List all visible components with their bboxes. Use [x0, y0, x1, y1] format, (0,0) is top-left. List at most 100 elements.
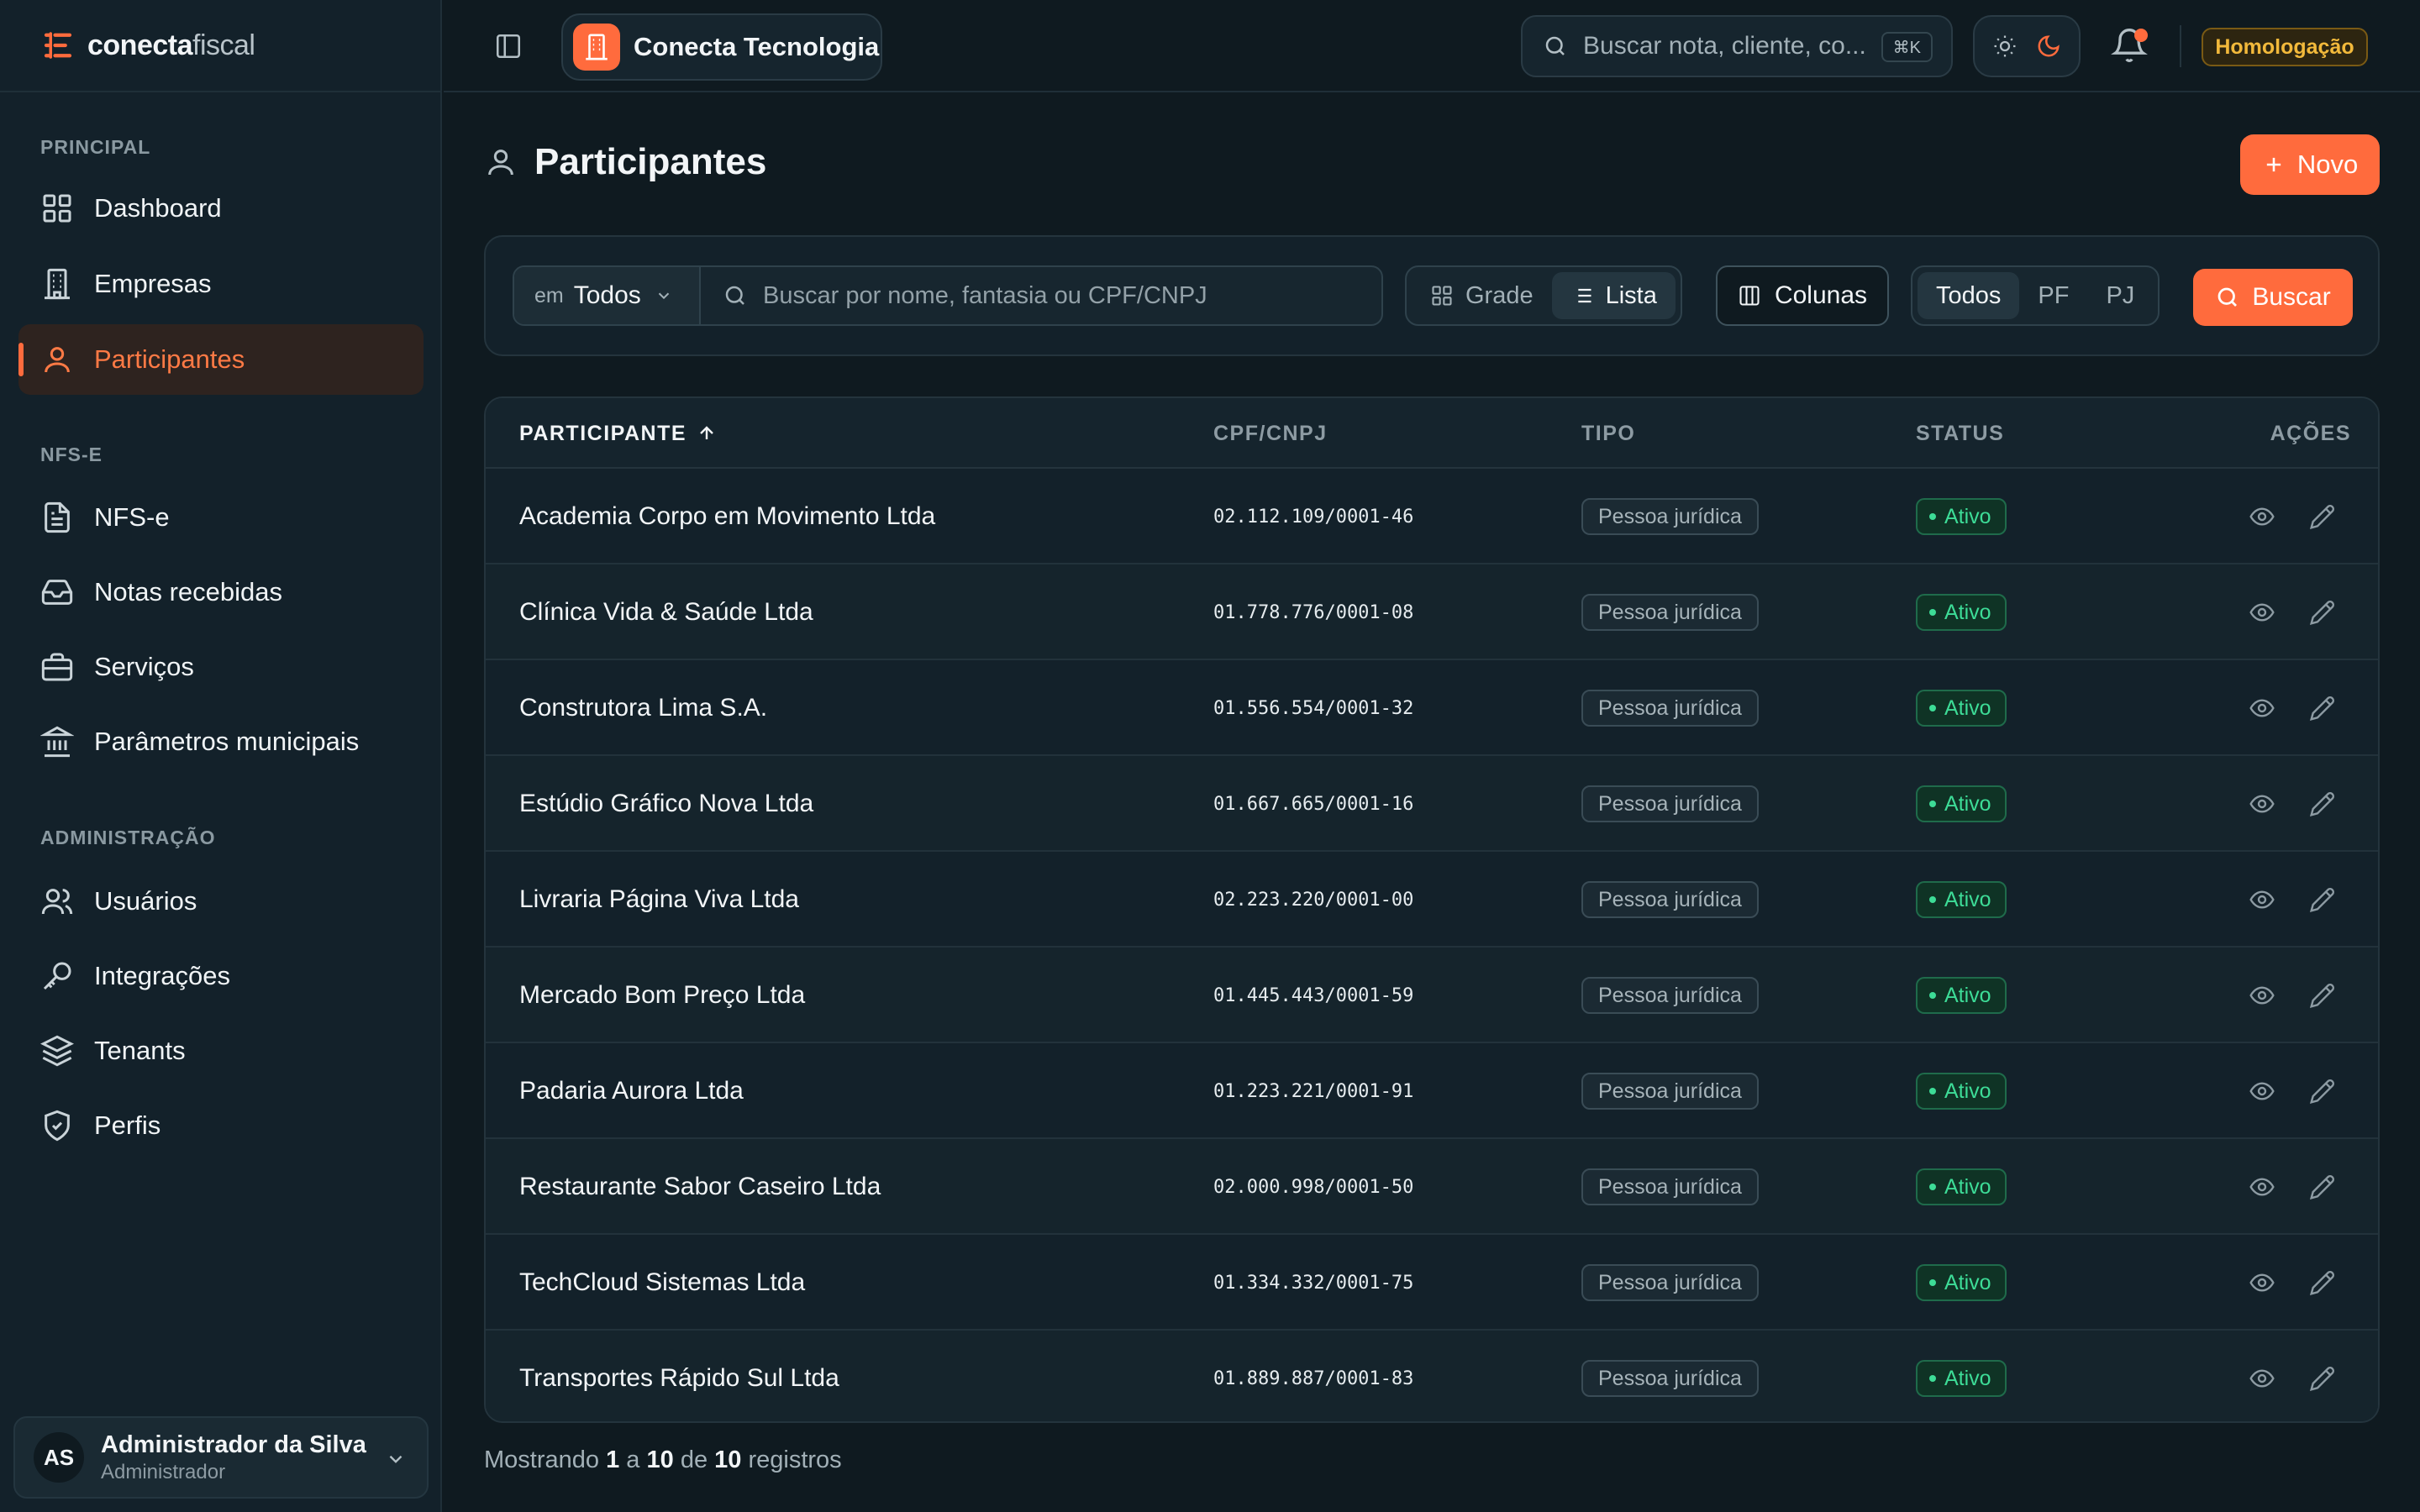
sidebar-item-notas-recebidas[interactable]: Notas recebidas: [18, 557, 424, 627]
pencil-icon[interactable]: [2309, 790, 2336, 817]
participant-name[interactable]: TechCloud Sistemas Ltda: [519, 1235, 805, 1331]
table-row[interactable]: Restaurante Sabor Caseiro Ltda 02.000.998…: [486, 1139, 2378, 1235]
sidebar-item-usuarios[interactable]: Usuários: [18, 866, 424, 937]
participant-search-input[interactable]: [763, 281, 1351, 310]
table-header: PARTICIPANTE CPF/CNPJ TIPO STATUS AÇÕES: [486, 398, 2378, 469]
search-scope-select[interactable]: em Todos: [514, 267, 701, 324]
row-actions: [2249, 1139, 2336, 1235]
type-filter-todos[interactable]: Todos: [1918, 272, 2020, 319]
tenant-switcher[interactable]: Conecta Tecnologia: [561, 13, 882, 81]
table-row[interactable]: Transportes Rápido Sul Ltda 01.889.887/00…: [486, 1331, 2378, 1421]
sidebar-toggle-icon[interactable]: [494, 32, 523, 60]
new-participant-button[interactable]: Novo: [2240, 134, 2380, 195]
sidebar-item-servicos[interactable]: Serviços: [18, 632, 424, 702]
participant-name[interactable]: Construtora Lima S.A.: [519, 660, 767, 756]
table-row[interactable]: Construtora Lima S.A. 01.556.554/0001-32 P…: [486, 660, 2378, 756]
shield-icon: [45, 1110, 70, 1142]
view-lista[interactable]: Lista: [1551, 272, 1676, 319]
participant-name[interactable]: Mercado Bom Preço Ltda: [519, 948, 805, 1043]
type-filter-pj[interactable]: PJ: [2087, 272, 2153, 319]
global-search-input[interactable]: [1583, 32, 1869, 60]
eye-icon[interactable]: [2249, 790, 2275, 817]
pagination-summary: Mostrando 1 a 10 de 10 registros: [484, 1446, 842, 1474]
pencil-icon[interactable]: [2309, 599, 2336, 626]
scoped-search: em Todos: [513, 265, 1383, 326]
search-button-label: Buscar: [2252, 283, 2331, 311]
sidebar-item-parametros-municipais[interactable]: Parâmetros municipais: [18, 706, 424, 777]
pencil-icon[interactable]: [2309, 982, 2336, 1009]
column-header-cpf-cnpj[interactable]: CPF/CNPJ: [1213, 398, 1328, 469]
moon-icon[interactable]: [2036, 34, 2061, 59]
table-row[interactable]: TechCloud Sistemas Ltda 01.334.332/0001-7…: [486, 1235, 2378, 1331]
sidebar-item-nfse[interactable]: NFS-e: [18, 482, 424, 553]
status-cell: Ativo: [1916, 948, 2007, 1043]
scope-prefix: em: [534, 283, 564, 307]
sun-icon[interactable]: [1992, 34, 2018, 59]
tipo-cell: Pessoa jurídica: [1581, 1235, 1759, 1331]
sidebar-item-label: Participantes: [94, 344, 245, 374]
table-row[interactable]: Livraria Página Viva Ltda 02.223.220/0001…: [486, 852, 2378, 948]
plus-icon: [2266, 157, 2281, 172]
sidebar-item-participantes[interactable]: Participantes: [18, 324, 424, 395]
brand[interactable]: conectafiscal: [0, 0, 440, 92]
search-icon: [1545, 36, 1565, 55]
participant-document: 01.445.443/0001-59: [1213, 984, 1414, 1006]
pencil-icon[interactable]: [2309, 886, 2336, 913]
participant-document: 01.334.332/0001-75: [1213, 1272, 1414, 1294]
columns-button[interactable]: Colunas: [1716, 265, 1889, 326]
eye-icon[interactable]: [2249, 1269, 2275, 1296]
status-cell: Ativo: [1916, 1139, 2007, 1235]
participant-name[interactable]: Clínica Vida & Saúde Ltda: [519, 564, 813, 660]
pencil-icon[interactable]: [2309, 503, 2336, 530]
table-row[interactable]: Academia Corpo em Movimento Ltda 02.112.1…: [486, 469, 2378, 564]
search-button[interactable]: Buscar: [2193, 269, 2353, 326]
participant-name[interactable]: Estúdio Gráfico Nova Ltda: [519, 756, 813, 852]
pencil-icon[interactable]: [2309, 695, 2336, 722]
pencil-icon[interactable]: [2309, 1078, 2336, 1105]
participant-name[interactable]: Transportes Rápido Sul Ltda: [519, 1331, 839, 1421]
type-filter-pf[interactable]: PF: [2019, 272, 2087, 319]
pencil-icon[interactable]: [2309, 1269, 2336, 1296]
table-row[interactable]: Padaria Aurora Ltda 01.223.221/0001-91 Pes…: [486, 1043, 2378, 1139]
eye-icon[interactable]: [2249, 982, 2275, 1009]
view-grade[interactable]: Grade: [1412, 272, 1552, 319]
eye-icon[interactable]: [2249, 503, 2275, 530]
sidebar-item-perfis[interactable]: Perfis: [18, 1090, 424, 1161]
user-menu[interactable]: AS Administrador da Silva Administrador: [13, 1416, 429, 1499]
participant-name[interactable]: Livraria Página Viva Ltda: [519, 852, 799, 948]
table-row[interactable]: Clínica Vida & Saúde Ltda 01.778.776/0001…: [486, 564, 2378, 660]
sidebar-item-integracoes[interactable]: Integrações: [18, 941, 424, 1011]
tipo-badge: Pessoa jurídica: [1581, 881, 1759, 918]
layers-icon: [40, 1035, 74, 1067]
participant-name[interactable]: Academia Corpo em Movimento Ltda: [519, 469, 935, 564]
eye-icon[interactable]: [2249, 886, 2275, 913]
sidebar-item-dashboard[interactable]: Dashboard: [18, 173, 424, 244]
eye-icon[interactable]: [2249, 599, 2275, 626]
eye-icon[interactable]: [2249, 1365, 2275, 1392]
tipo-cell: Pessoa jurídica: [1581, 852, 1759, 948]
table-row[interactable]: Mercado Bom Preço Ltda 01.445.443/0001-59…: [486, 948, 2378, 1043]
scope-value: Todos: [573, 281, 641, 309]
eye-icon[interactable]: [2249, 1173, 2275, 1200]
participant-search[interactable]: [701, 267, 1381, 324]
eye-icon[interactable]: [2249, 1078, 2275, 1105]
pencil-icon[interactable]: [2309, 1365, 2336, 1392]
table-row[interactable]: Estúdio Gráfico Nova Ltda 01.667.665/0001…: [486, 756, 2378, 852]
theme-toggle[interactable]: [1973, 15, 2081, 77]
participant-name[interactable]: Padaria Aurora Ltda: [519, 1043, 744, 1139]
view-toggle: Grade Lista: [1405, 265, 1682, 326]
pencil-icon[interactable]: [2309, 1173, 2336, 1200]
column-header-status[interactable]: STATUS: [1916, 398, 2004, 469]
participant-name[interactable]: Restaurante Sabor Caseiro Ltda: [519, 1139, 881, 1235]
nav-section-nfse: NFS-E: [40, 444, 103, 465]
column-header-tipo[interactable]: TIPO: [1581, 398, 1635, 469]
global-search[interactable]: ⌘K: [1521, 15, 1953, 77]
eye-icon[interactable]: [2249, 695, 2275, 722]
status-badge: Ativo: [1916, 690, 2007, 727]
column-header-label: PARTICIPANTE: [519, 421, 687, 445]
sidebar-item-empresas[interactable]: Empresas: [18, 249, 424, 319]
dashboard-icon: [43, 194, 71, 223]
column-header-participante[interactable]: PARTICIPANTE: [519, 398, 717, 469]
tipo-badge: Pessoa jurídica: [1581, 690, 1759, 727]
sidebar-item-tenants[interactable]: Tenants: [18, 1016, 424, 1086]
